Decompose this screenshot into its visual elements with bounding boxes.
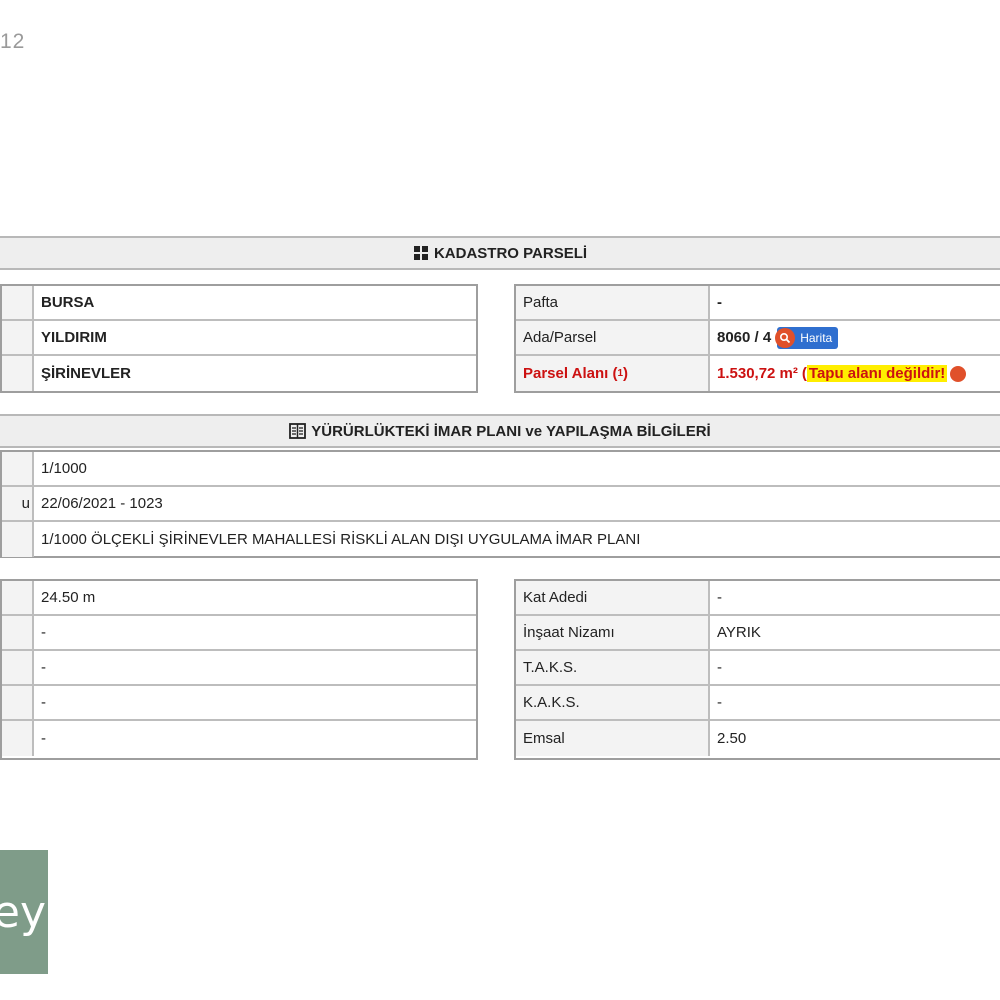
pafta-label: Pafta — [516, 286, 710, 319]
table-row: Kat Adedi - — [516, 581, 1000, 616]
ada-parsel-label: Ada/Parsel — [516, 321, 710, 354]
map-button-label: Harita — [800, 330, 833, 345]
parcel-area-value: 1.530,72 m² — [717, 365, 798, 382]
parcel-area-label: Parsel Alanı ( — [523, 365, 618, 382]
table-row: - — [2, 616, 476, 651]
table-row: 1/1000 — [2, 452, 1000, 487]
table-row: Pafta - — [516, 286, 1000, 321]
floor-count-value: - — [717, 589, 722, 606]
emsal-label: Emsal — [516, 721, 710, 756]
table-row: 24.50 m — [2, 581, 476, 616]
table-row: - — [2, 721, 476, 756]
table-row: Emsal 2.50 — [516, 721, 1000, 756]
taks-value: - — [717, 659, 722, 676]
emsal-value: 2.50 — [717, 730, 747, 747]
table-row: - — [2, 686, 476, 721]
building-right-table: Kat Adedi - İnşaat Nizamı AYRIK T.A.K.S.… — [514, 579, 1000, 760]
brand-logo: ey — [0, 850, 48, 974]
table-row: İnşaat Nizamı AYRIK — [516, 616, 1000, 651]
neighborhood-value: ŞİRİNEVLER — [41, 365, 132, 382]
logo-text: ey — [0, 886, 46, 938]
taks-label: T.A.K.S. — [516, 651, 710, 684]
imar-plan-table: 1/1000 u 22/06/2021 - 1023 1/1000 ÖLÇEKL… — [0, 450, 1000, 558]
table-row: - — [2, 651, 476, 686]
table-row: K.A.K.S. - — [516, 686, 1000, 721]
map-button[interactable]: Harita — [775, 326, 839, 349]
district-value: YILDIRIM — [41, 329, 107, 346]
construction-order-label: İnşaat Nizamı — [516, 616, 710, 649]
table-row: u 22/06/2021 - 1023 — [2, 487, 1000, 522]
corner-number: 12 — [0, 30, 26, 53]
table-row: T.A.K.S. - — [516, 651, 1000, 686]
plan-name-value: 1/1000 ÖLÇEKLİ ŞİRİNEVLER MAHALLESİ RİSK… — [41, 531, 641, 548]
kadastro-location-table: BURSA YILDIRIM ŞİRİNEVLER — [0, 284, 478, 393]
table-row: Ada/Parsel 8060 / 4 Harita — [516, 321, 1000, 356]
info-icon[interactable] — [950, 365, 967, 382]
grid-icon — [413, 245, 429, 261]
imar-section-header: YÜRÜRLÜKTEKİ İMAR PLANI ve YAPILAŞMA BİL… — [0, 414, 1000, 448]
floor-count-label: Kat Adedi — [516, 581, 710, 614]
city-value: BURSA — [41, 294, 95, 311]
table-row: ŞİRİNEVLER — [2, 356, 476, 391]
table-row: YILDIRIM — [2, 321, 476, 356]
table-row: BURSA — [2, 286, 476, 321]
table-row: 1/1000 ÖLÇEKLİ ŞİRİNEVLER MAHALLESİ RİSK… — [2, 522, 1000, 557]
kadastro-title: KADASTRO PARSELİ — [433, 244, 588, 262]
pafta-value: - — [717, 294, 722, 311]
area-warning: Tapu alanı değildir! — [806, 365, 948, 382]
imar-title: YÜRÜRLÜKTEKİ İMAR PLANI ve YAPILAŞMA BİL… — [311, 422, 711, 440]
plan-date-value: 22/06/2021 - 1023 — [41, 495, 163, 512]
search-icon — [775, 327, 796, 348]
document-icon — [289, 423, 307, 439]
ada-parsel-value: 8060 / 4 — [717, 329, 772, 346]
table-row: Parsel Alanı ( 1 ) 1.530,72 m² ( Tapu al… — [516, 356, 1000, 391]
plan-scale-value: 1/1000 — [41, 460, 87, 477]
kadastro-parcel-table: Pafta - Ada/Parsel 8060 / 4 Harita Parse… — [514, 284, 1000, 393]
building-height-value: 24.50 m — [41, 589, 96, 606]
kaks-label: K.A.K.S. — [516, 686, 710, 719]
partial-label: u — [2, 487, 34, 520]
kaks-value: - — [717, 694, 722, 711]
building-left-table: 24.50 m - - - - — [0, 579, 478, 760]
kadastro-section-header: KADASTRO PARSELİ — [0, 236, 1000, 270]
construction-order-value: AYRIK — [717, 624, 761, 641]
